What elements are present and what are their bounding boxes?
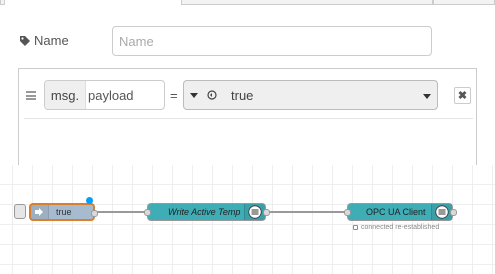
boolean-type-icon [207, 90, 217, 100]
chevron-down-icon[interactable] [423, 94, 431, 99]
name-label: Name [19, 33, 69, 48]
write-node-label: Write Active Temp [168, 207, 241, 217]
output-port[interactable] [263, 208, 270, 216]
equals-operator: = [170, 88, 178, 103]
inject-trigger-button[interactable] [14, 204, 26, 219]
property-value[interactable]: payload [86, 81, 164, 109]
input-port[interactable] [144, 208, 151, 216]
top-strip-button-edge[interactable] [181, 0, 433, 5]
status-text: connected re-established [361, 224, 440, 231]
changed-indicator [86, 197, 93, 204]
top-strip-button-edge-right[interactable] [433, 0, 495, 5]
dialog-top-buttons-strip [0, 0, 495, 5]
arrow-in-icon [31, 205, 49, 219]
name-input[interactable] [112, 26, 432, 56]
input-port[interactable] [344, 208, 351, 216]
opc-ua-client-node[interactable]: OPC UA Client [344, 203, 457, 221]
property-typed-input[interactable]: msg. payload [44, 80, 165, 110]
status-ring-icon [353, 225, 358, 230]
node-status: connected re-established [353, 224, 439, 231]
opc-node-label: OPC UA Client [366, 207, 426, 217]
value-select[interactable]: true [183, 80, 438, 110]
value-type-dropdown-icon[interactable] [190, 92, 198, 98]
rules-divider [24, 118, 473, 119]
property-type-prefix[interactable]: msg. [45, 81, 86, 109]
opcua-icon [431, 204, 452, 220]
inject-node[interactable]: true [29, 203, 98, 221]
delete-rule-button[interactable]: ✖ [454, 87, 471, 104]
output-port[interactable] [450, 208, 457, 216]
opcua-icon [244, 204, 265, 220]
write-active-temp-node[interactable]: Write Active Temp [144, 203, 270, 221]
inject-node-label: true [56, 207, 72, 217]
drag-handle-icon[interactable] [26, 91, 36, 100]
name-label-text: Name [34, 33, 69, 48]
top-strip-left-edge [0, 0, 5, 5]
output-port[interactable] [91, 209, 98, 217]
value-text: true [231, 87, 254, 103]
node-edit-dialog: Name msg. payload = true ✖ [0, 0, 495, 168]
tag-icon [20, 35, 30, 46]
